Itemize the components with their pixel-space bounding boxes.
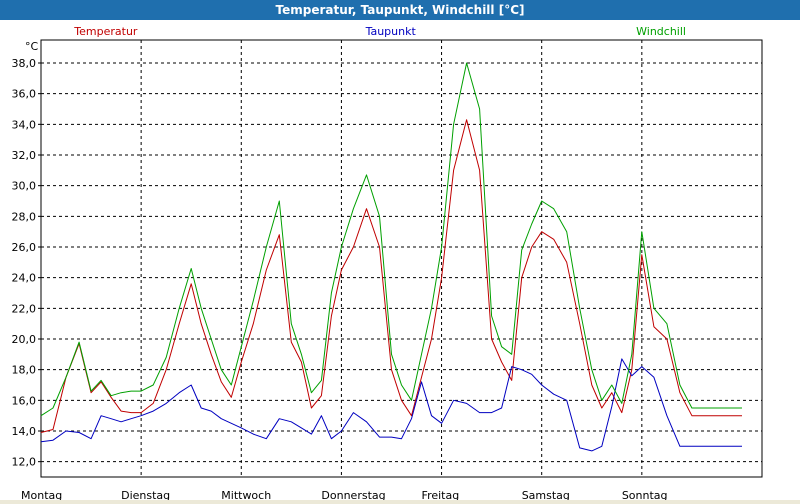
y-tick-label: 14,0 <box>12 425 37 438</box>
y-tick-label: 30,0 <box>12 180 37 193</box>
x-tick-day: Dienstag <box>121 489 170 500</box>
x-tick-day: Donnerstag <box>321 489 385 500</box>
x-tick-day: Sonntag <box>622 489 668 500</box>
y-tick-label: 26,0 <box>12 241 37 254</box>
y-tick-label: 32,0 <box>12 149 37 162</box>
plot-area <box>40 39 763 478</box>
x-tick-day: Montag <box>21 489 62 500</box>
y-tick-label: 12,0 <box>12 456 37 469</box>
y-tick-label: 36,0 <box>12 88 37 101</box>
chart-panel: 12,0 14,0 16,0 18,0 20,0 22,0 24,0 26,0 28,0 30,0… <box>0 20 800 502</box>
y-tick-label: 28,0 <box>12 210 37 223</box>
y-tick-label: 16,0 <box>12 394 37 407</box>
window-title: Temperatur, Taupunkt, Windchill [°C] <box>0 0 800 20</box>
y-tick-label: 38,0 <box>12 57 37 70</box>
chart-svg: 12,0 14,0 16,0 18,0 20,0 22,0 24,0 26,0 28,0 30,0… <box>12 25 763 502</box>
legend-label: Temperatur <box>73 25 138 38</box>
y-tick-label: 18,0 <box>12 364 37 377</box>
x-tick-day: Freitag <box>422 489 460 500</box>
y-axis: 12,0 14,0 16,0 18,0 20,0 22,0 24,0 26,0 28,0 30,0… <box>12 57 41 469</box>
y-tick-label: 34,0 <box>12 118 37 131</box>
legend-label: Windchill <box>636 25 686 38</box>
y-tick-label: 20,0 <box>12 333 37 346</box>
y-axis-label: °C <box>25 40 39 53</box>
x-tick-day: Samstag <box>522 489 570 500</box>
legend: Temperatur Taupunkt Windchill <box>73 25 686 38</box>
y-tick-label: 24,0 <box>12 272 37 285</box>
x-tick-day: Mittwoch <box>221 489 271 500</box>
x-axis: Montag13.07.15Dienstag14.07.15Mittwoch15… <box>21 489 668 502</box>
legend-label: Taupunkt <box>365 25 417 38</box>
y-tick-label: 22,0 <box>12 302 37 315</box>
